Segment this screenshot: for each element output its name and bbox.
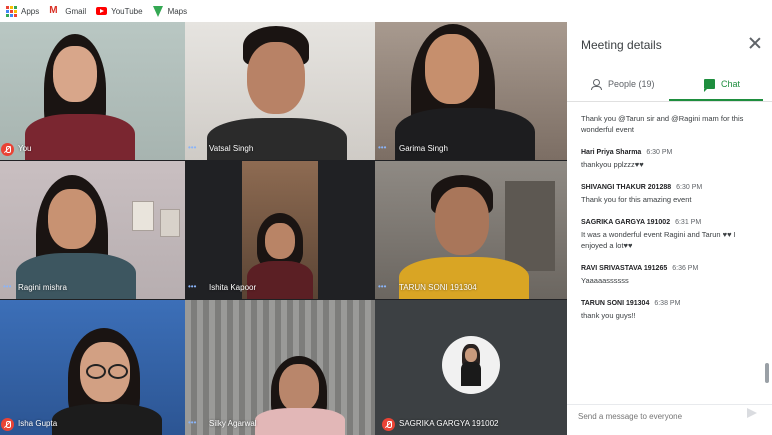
participant-tile[interactable]: ••• TARUN SONI 191304: [375, 161, 567, 299]
body: [25, 114, 135, 160]
message-sender: Hari Priya Sharma: [581, 149, 642, 156]
message-time: 6:30 PM: [676, 184, 703, 191]
tab-label: People (19): [608, 79, 655, 89]
face: [435, 187, 489, 255]
chat-messages: Thank you @Tarun sir and @Ragini mam for…: [581, 113, 758, 403]
panel-title: Meeting details: [581, 38, 662, 52]
tab-people[interactable]: People (19): [591, 71, 655, 97]
bookmark-label: Gmail: [65, 6, 87, 16]
participant-tile[interactable]: Isha Gupta: [0, 300, 185, 435]
video-grid: You ••• Vatsal Singh ••• Garima Singh ••…: [0, 22, 567, 435]
speaking-dots-icon: •••: [378, 143, 387, 152]
body: [52, 404, 162, 435]
chat-scrollbar[interactable]: [765, 363, 769, 383]
participant-name: You: [18, 144, 32, 153]
message-time: 6:36 PM: [672, 265, 699, 272]
mic-off-icon: [382, 418, 395, 431]
speaking-dots-icon: •••: [188, 143, 197, 152]
participant-tile[interactable]: ••• Silky Agarwal: [185, 300, 375, 435]
message-sender: TARUN SONI 191304: [581, 300, 650, 307]
participant-name: Vatsal Singh: [209, 144, 254, 153]
participant-tile[interactable]: ••• Ishita Kapoor: [185, 161, 375, 299]
gmail-icon: M: [49, 5, 58, 16]
face: [53, 46, 97, 102]
chat-icon: [704, 79, 715, 92]
participant-name: Garima Singh: [399, 144, 448, 153]
participant-tile[interactable]: ••• Ragini mishra: [0, 161, 185, 299]
face: [48, 189, 96, 249]
speaking-dots-icon: •••: [188, 282, 197, 291]
message-sender: SHIVANGI THAKUR 201288: [581, 184, 672, 191]
chat-message: RAVI SRIVASTAVA 191265 6:36 PM Yaaaaassss…: [581, 265, 758, 286]
apps-icon: [6, 5, 17, 17]
chat-message: SHIVANGI THAKUR 201288 6:30 PM Thank you …: [581, 184, 758, 205]
message-time: 6:31 PM: [675, 219, 702, 226]
youtube-icon: [96, 7, 108, 15]
bookmark-label: Apps: [21, 6, 40, 16]
chat-message: Hari Priya Sharma 6:30 PM thankyou pplzzz…: [581, 149, 758, 170]
message-time: 6:38 PM: [654, 300, 681, 307]
bookmark-label: Maps: [167, 6, 188, 16]
tab-label: Chat: [721, 79, 741, 89]
glasses: [86, 364, 106, 379]
body: [399, 257, 529, 299]
bookmarks-bar: Apps M Gmail YouTube Maps: [0, 0, 772, 22]
message-text: thank you guys!!: [581, 311, 636, 320]
speaking-dots-icon: •••: [3, 282, 12, 291]
bookmark-youtube[interactable]: YouTube: [96, 6, 143, 16]
avatar: [442, 336, 500, 394]
send-icon[interactable]: [747, 408, 757, 418]
chat-message: SAGRIKA GARGYA 191002 6:31 PM It was a wo…: [581, 219, 758, 251]
bookmark-maps[interactable]: Maps: [152, 5, 188, 17]
message-text: Thank you for this amazing event: [581, 195, 692, 204]
close-icon[interactable]: [748, 36, 762, 50]
face: [265, 223, 295, 259]
wall-poster: [132, 201, 154, 231]
participant-name: Isha Gupta: [18, 419, 58, 428]
bookmark-apps[interactable]: Apps: [6, 5, 40, 17]
message-time: 6:30 PM: [646, 149, 673, 156]
face: [279, 364, 319, 412]
body: [207, 118, 347, 160]
body: [255, 408, 345, 435]
speaking-dots-icon: •••: [378, 282, 387, 291]
chat-message: TARUN SONI 191304 6:38 PM thank you guys!…: [581, 300, 758, 321]
bookmark-label: YouTube: [111, 6, 143, 16]
tab-chat[interactable]: Chat: [704, 71, 740, 97]
participant-tile[interactable]: SAGRIKA GARGYA 191002: [375, 300, 567, 435]
body: [16, 253, 136, 299]
message-input[interactable]: [578, 408, 743, 424]
participant-tile[interactable]: ••• Vatsal Singh: [185, 22, 375, 160]
body: [247, 261, 313, 299]
face: [247, 42, 305, 114]
mic-off-icon: [1, 418, 14, 431]
meeting-details-panel: Meeting details People (19) Chat Thank y…: [567, 22, 772, 435]
participant-tile[interactable]: ••• Garima Singh: [375, 22, 567, 160]
divider: [567, 404, 772, 405]
shelf: [505, 181, 555, 271]
message-sender: SAGRIKA GARGYA 191002: [581, 219, 671, 226]
people-icon: [591, 79, 603, 90]
speaking-dots-icon: •••: [188, 418, 197, 427]
face: [425, 34, 479, 104]
glasses: [108, 364, 128, 379]
participant-name: TARUN SONI 191304: [399, 283, 477, 292]
participant-name: Ragini mishra: [18, 283, 67, 292]
message-text: thankyou pplzzz♥♥: [581, 160, 644, 169]
participant-tile[interactable]: You: [0, 22, 185, 160]
bookmark-gmail[interactable]: M Gmail: [49, 5, 86, 17]
message-text: Thank you @Tarun sir and @Ragini mam for…: [581, 114, 744, 134]
participant-name: Ishita Kapoor: [209, 283, 257, 292]
mic-off-icon: [1, 143, 14, 156]
participant-name: Silky Agarwal: [209, 419, 257, 428]
divider: [567, 101, 772, 102]
participant-name: SAGRIKA GARGYA 191002: [399, 419, 499, 428]
wall-poster: [160, 209, 180, 237]
message-text: It was a wonderful event Ragini and Taru…: [581, 230, 736, 250]
maps-icon: [152, 5, 163, 17]
message-text: Yaaaaassssss: [581, 276, 629, 285]
chat-message: Thank you @Tarun sir and @Ragini mam for…: [581, 113, 758, 135]
message-sender: RAVI SRIVASTAVA 191265: [581, 265, 668, 272]
